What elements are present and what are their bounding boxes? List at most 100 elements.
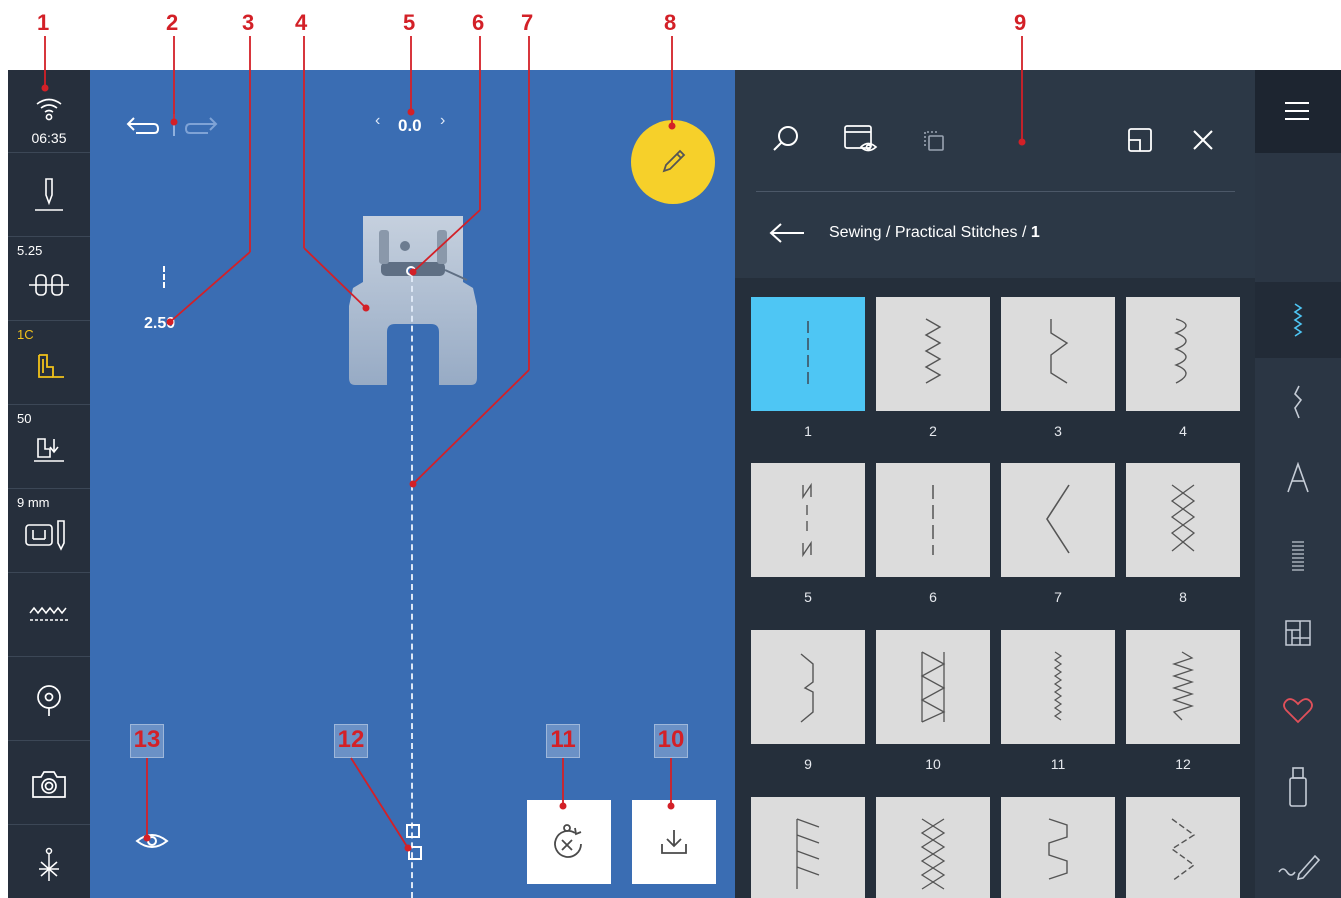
- stitch-selection-panel: Sewing / Practical Stitches / 1 1 2 3 4 …: [735, 70, 1255, 898]
- stitch-tile-16[interactable]: [1126, 797, 1240, 898]
- stitch-width-button[interactable]: 5.25: [8, 237, 90, 321]
- presser-foot-value: 1C: [17, 327, 34, 342]
- needle-point: [406, 266, 416, 276]
- rail-favorites[interactable]: [1255, 672, 1341, 748]
- sewing-out-zigzag-icon: [1170, 818, 1196, 882]
- stitch-tile-15[interactable]: [1001, 797, 1115, 898]
- needle-position-left-arrow[interactable]: ‹: [375, 112, 380, 130]
- save-stitch-button[interactable]: [632, 800, 716, 884]
- stitch-tile-3[interactable]: [1001, 297, 1115, 411]
- usb-stick-icon: [1289, 767, 1307, 807]
- preview-window-icon[interactable]: [843, 122, 879, 156]
- stitch-number-11: 11: [1050, 756, 1066, 772]
- stitch-tile-8[interactable]: [1126, 463, 1240, 577]
- breadcrumb: Sewing / Practical Stitches / 1: [829, 224, 1040, 242]
- stitch-number-6: 6: [929, 589, 937, 605]
- presser-foot-icon: [38, 354, 64, 378]
- stitch-tile-7[interactable]: [1001, 463, 1115, 577]
- stitch-number-1: 1: [804, 423, 812, 439]
- callout-1: 1: [37, 10, 50, 35]
- callout-11: 11: [546, 724, 580, 758]
- needle-plate-icon: [25, 520, 65, 551]
- hamburger-menu-icon: [1285, 102, 1309, 120]
- rail-stitch-designer[interactable]: [1255, 828, 1341, 898]
- bobbin-button[interactable]: [8, 657, 90, 741]
- feed-dog-icon: [29, 274, 69, 296]
- triple-zigzag-icon: [1046, 484, 1070, 554]
- triple-straight-stitch-icon: [932, 485, 934, 555]
- redo-icon[interactable]: [184, 112, 220, 136]
- wifi-icon: [36, 98, 62, 121]
- stitch-preview-button[interactable]: [8, 573, 90, 657]
- stitch-number-4: 4: [1179, 423, 1187, 439]
- stitch-tile-14[interactable]: [876, 797, 990, 898]
- stitch-number-10: 10: [925, 756, 941, 772]
- stitch-number-3: 3: [1054, 423, 1062, 439]
- stitch-tile-13[interactable]: [751, 797, 865, 898]
- light-button[interactable]: [8, 825, 90, 898]
- honeycomb-stitch-icon: [1170, 484, 1196, 552]
- presser-foot-button[interactable]: 1C: [8, 321, 90, 405]
- rail-quilt-stitches[interactable]: [1255, 596, 1341, 672]
- needle-plate-button[interactable]: 9 mm: [8, 489, 90, 573]
- close-icon[interactable]: [1190, 127, 1216, 153]
- eye-icon[interactable]: [134, 830, 170, 852]
- sewing-canvas[interactable]: ‹ 0.0 › 2.50: [90, 70, 735, 898]
- rail-usb-stick[interactable]: [1255, 750, 1341, 826]
- stitch-tile-1[interactable]: [751, 297, 865, 411]
- callout-2: 2: [166, 10, 179, 35]
- reset-stitch-button[interactable]: [527, 800, 611, 884]
- rail-decorative-stitches[interactable]: [1255, 362, 1341, 438]
- breadcrumb-current: 1: [1030, 224, 1040, 241]
- callout-5: 5: [403, 10, 416, 35]
- status-sidebar: 06:35 5.25 1C 50 9 mm: [8, 70, 90, 898]
- needle-position-value: 0.0: [398, 116, 422, 135]
- presser-pressure-button[interactable]: 50: [8, 405, 90, 489]
- stitch-tile-4[interactable]: [1126, 297, 1240, 411]
- stitch-tile-9[interactable]: [751, 630, 865, 744]
- gathering-stitch-icon: [1171, 651, 1195, 721]
- stitch-tile-5[interactable]: [751, 463, 865, 577]
- stitch-tile-2[interactable]: [876, 297, 990, 411]
- callout-7: 7: [521, 10, 534, 35]
- needle-position-button[interactable]: [8, 153, 90, 237]
- stitch-width-value: 5.25: [17, 243, 43, 258]
- stitch-designer-icon: [1278, 854, 1321, 880]
- undo-redo-divider: [173, 114, 175, 136]
- practical-stitches-icon: [1293, 303, 1303, 337]
- tricot-stitch-icon: [920, 818, 946, 890]
- alphabets-icon: [1287, 462, 1309, 493]
- needle-position-right-arrow[interactable]: ›: [440, 112, 445, 130]
- sewing-light-icon: [39, 847, 59, 881]
- undo-icon[interactable]: [124, 112, 160, 136]
- search-icon[interactable]: [771, 124, 801, 154]
- back-arrow-icon[interactable]: [767, 221, 807, 245]
- needle-icon: [35, 178, 63, 211]
- fullscreen-icon[interactable]: [1126, 126, 1154, 154]
- vari-overlock-stitch-icon: [1050, 319, 1069, 384]
- panel-header: Sewing / Practical Stitches / 1: [735, 70, 1255, 278]
- camera-button[interactable]: [8, 741, 90, 825]
- callout-13: 13: [130, 724, 164, 758]
- start-point-marker[interactable]: [406, 824, 420, 838]
- rail-buttonholes[interactable]: [1255, 518, 1341, 594]
- presser-pressure-value: 50: [17, 411, 32, 426]
- breadcrumb-path: Sewing / Practical Stitches /: [829, 224, 1031, 241]
- reset-icon: [554, 824, 582, 858]
- rail-alphabets[interactable]: [1255, 440, 1341, 516]
- stitch-tile-10[interactable]: [876, 630, 990, 744]
- stitch-number-9: 9: [804, 756, 812, 772]
- rail-practical-stitches[interactable]: [1255, 282, 1341, 358]
- stitch-number-7: 7: [1054, 589, 1062, 605]
- stitch-tile-6[interactable]: [876, 463, 990, 577]
- clock-time: 06:35: [31, 130, 67, 146]
- stitch-line: [411, 276, 413, 898]
- duplicate-icon[interactable]: [920, 128, 948, 154]
- edit-button[interactable]: [631, 120, 715, 204]
- category-rail: [1255, 70, 1341, 898]
- stitch-tile-12[interactable]: [1126, 630, 1240, 744]
- stitch-tile-11[interactable]: [1001, 630, 1115, 744]
- stitch-number-12: 12: [1175, 756, 1191, 772]
- stitch-length-indicator: [163, 266, 165, 288]
- menu-button[interactable]: [1255, 70, 1341, 153]
